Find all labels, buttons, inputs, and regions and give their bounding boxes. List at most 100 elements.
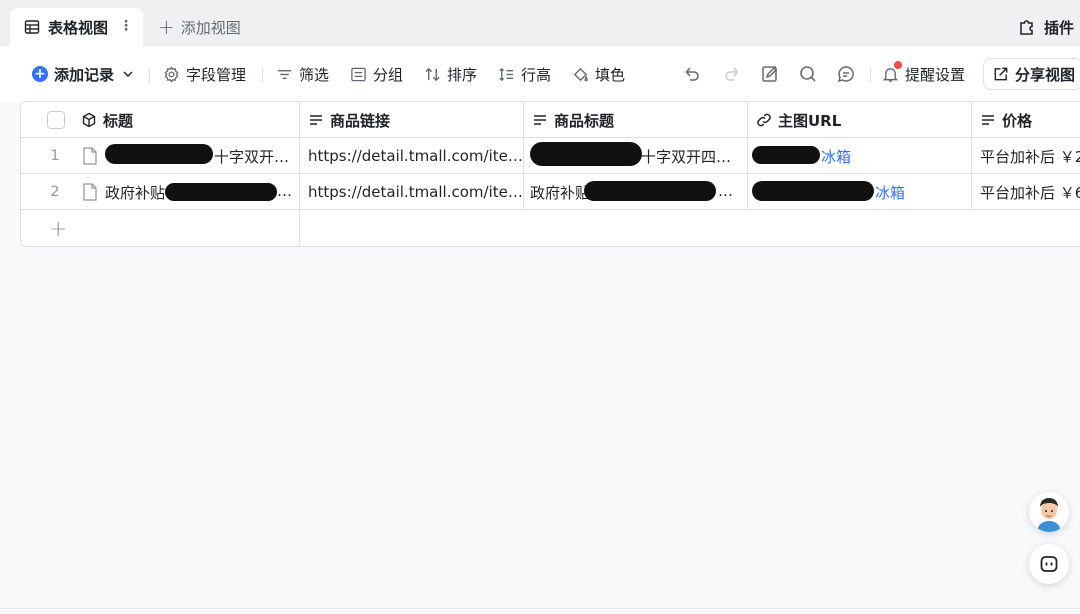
price-text: 平台加补后 ￥6 — [980, 183, 1080, 202]
gear-icon — [164, 65, 179, 83]
row-height-label: 行高 — [521, 65, 552, 84]
filter-icon — [277, 69, 292, 79]
view-tab-bar: 表格视图 ⋮ + 添加视图 插件 — [0, 0, 1080, 46]
title-field-icon — [82, 112, 96, 128]
header-label: 标题 — [103, 111, 134, 130]
header-cell-title[interactable]: 标题 — [21, 102, 300, 138]
tab-grid-view-label: 表格视图 — [48, 18, 109, 37]
share-view-label: 分享视图 — [1015, 65, 1076, 84]
cell-title[interactable]: 1 十字双开… — [21, 138, 300, 174]
edit-form-icon[interactable] — [760, 64, 780, 84]
header-cell-product-link[interactable]: 商品链接 — [300, 102, 524, 138]
bottom-divider — [0, 608, 1080, 609]
undo-icon[interactable] — [682, 64, 702, 84]
puzzle-icon — [1020, 20, 1033, 35]
cell-product-title[interactable]: 政府补贴 … — [524, 174, 748, 210]
paint-bucket-icon — [573, 67, 588, 81]
group-icon — [351, 67, 366, 81]
product-link-text: https://detail.tmall.com/ite… — [308, 147, 523, 165]
text-field-icon — [310, 115, 322, 125]
cell-product-title[interactable]: 十字双开四… — [524, 138, 748, 174]
ellipsis-text: … — [718, 182, 733, 200]
group-button[interactable]: 分组 — [350, 62, 403, 86]
ellipsis-text: … — [277, 182, 292, 200]
robot-icon — [1040, 556, 1058, 572]
search-icon[interactable] — [798, 64, 818, 84]
add-row: + — [21, 210, 1080, 246]
redaction-mark — [165, 183, 277, 201]
plugins-button[interactable]: 插件 — [1018, 14, 1074, 40]
notification-dot — [894, 61, 902, 69]
add-circle-icon: + — [32, 66, 48, 82]
cell-image-url[interactable]: 冰箱 — [748, 138, 972, 174]
cell-image-url[interactable]: 冰箱 — [748, 174, 972, 210]
sort-button[interactable]: 排序 — [424, 62, 477, 86]
cell-price[interactable]: 平台加补后 ￥6 — [972, 174, 1080, 210]
plus-icon[interactable]: + — [49, 217, 67, 242]
chat-bot-button[interactable] — [1029, 544, 1069, 584]
comment-icon[interactable] — [836, 64, 856, 84]
filter-label: 筛选 — [299, 65, 330, 84]
cell-price[interactable]: 平台加补后 ￥2 — [972, 138, 1080, 174]
table-row[interactable]: 2 政府补贴 … https://detail.tmall.com/ite… 政… — [21, 174, 1080, 210]
share-view-button[interactable]: 分享视图 — [983, 58, 1080, 90]
toolbar-divider — [149, 67, 150, 83]
redaction-mark — [752, 146, 820, 164]
data-table: 标题 商品链接 商品标题 主图URL 价格 1 十字双开… https://de… — [20, 101, 1080, 247]
row-height-icon — [499, 67, 514, 81]
price-text: 平台加补后 ￥2 — [980, 147, 1080, 166]
filter-button[interactable]: 筛选 — [276, 62, 329, 86]
table-row[interactable]: 1 十字双开… https://detail.tmall.com/ite… 十字… — [21, 138, 1080, 174]
select-all-checkbox[interactable] — [47, 111, 65, 129]
share-icon — [994, 67, 1008, 80]
header-label: 价格 — [1002, 111, 1033, 130]
fill-color-button[interactable]: 填色 — [572, 62, 625, 86]
row-height-button[interactable]: 行高 — [498, 62, 551, 86]
assistant-avatar-button[interactable] — [1029, 492, 1069, 532]
document-icon — [83, 183, 97, 201]
fill-color-label: 填色 — [595, 65, 626, 84]
redaction-mark — [584, 181, 716, 201]
header-label: 商品链接 — [330, 111, 391, 130]
grid-view-icon — [24, 20, 40, 34]
group-label: 分组 — [373, 65, 404, 84]
table-header-row: 标题 商品链接 商品标题 主图URL 价格 — [21, 102, 1080, 138]
header-cell-image-url[interactable]: 主图URL — [748, 102, 972, 138]
add-row-cell[interactable]: + — [21, 210, 300, 246]
redaction-mark — [752, 181, 874, 201]
field-manage-label: 字段管理 — [186, 65, 247, 84]
cell-product-link[interactable]: https://detail.tmall.com/ite… — [300, 138, 524, 174]
toolbar-divider — [870, 67, 871, 83]
cell-product-link[interactable]: https://detail.tmall.com/ite… — [300, 174, 524, 210]
header-cell-product-title[interactable]: 商品标题 — [524, 102, 748, 138]
add-view-button[interactable]: + 添加视图 — [158, 14, 241, 40]
redaction-mark — [105, 144, 213, 164]
image-url-link[interactable]: 冰箱 — [821, 146, 851, 167]
document-icon — [83, 147, 97, 165]
text-field-icon — [534, 115, 546, 125]
cell-title[interactable]: 2 政府补贴 … — [21, 174, 300, 210]
header-label: 商品标题 — [554, 111, 615, 130]
product-title-text: 十字双开四… — [641, 148, 732, 166]
link-field-icon — [757, 113, 771, 127]
title-text: 十字双开… — [214, 148, 290, 166]
product-title-text: 政府补贴 — [530, 184, 591, 202]
more-vertical-icon[interactable]: ⋮ — [119, 18, 133, 34]
product-link-text: https://detail.tmall.com/ite… — [308, 183, 523, 201]
field-manage-button[interactable]: 字段管理 — [163, 62, 246, 86]
sort-icon — [425, 67, 440, 81]
add-view-label: 添加视图 — [180, 18, 241, 37]
plus-icon: + — [158, 15, 175, 39]
redaction-mark — [530, 142, 642, 166]
avatar-icon — [1029, 492, 1069, 532]
plugins-label: 插件 — [1043, 18, 1074, 37]
text-field-icon — [982, 115, 994, 125]
header-cell-price[interactable]: 价格 — [972, 102, 1080, 138]
image-url-link[interactable]: 冰箱 — [875, 182, 905, 203]
header-label: 主图URL — [778, 111, 842, 130]
toolbar-divider — [262, 67, 263, 83]
tab-grid-view[interactable]: 表格视图 ⋮ — [10, 8, 143, 46]
reminder-settings-label: 提醒设置 — [905, 65, 966, 84]
redo-icon[interactable] — [722, 64, 742, 84]
add-record-button[interactable]: + 添加记录 — [32, 62, 134, 86]
